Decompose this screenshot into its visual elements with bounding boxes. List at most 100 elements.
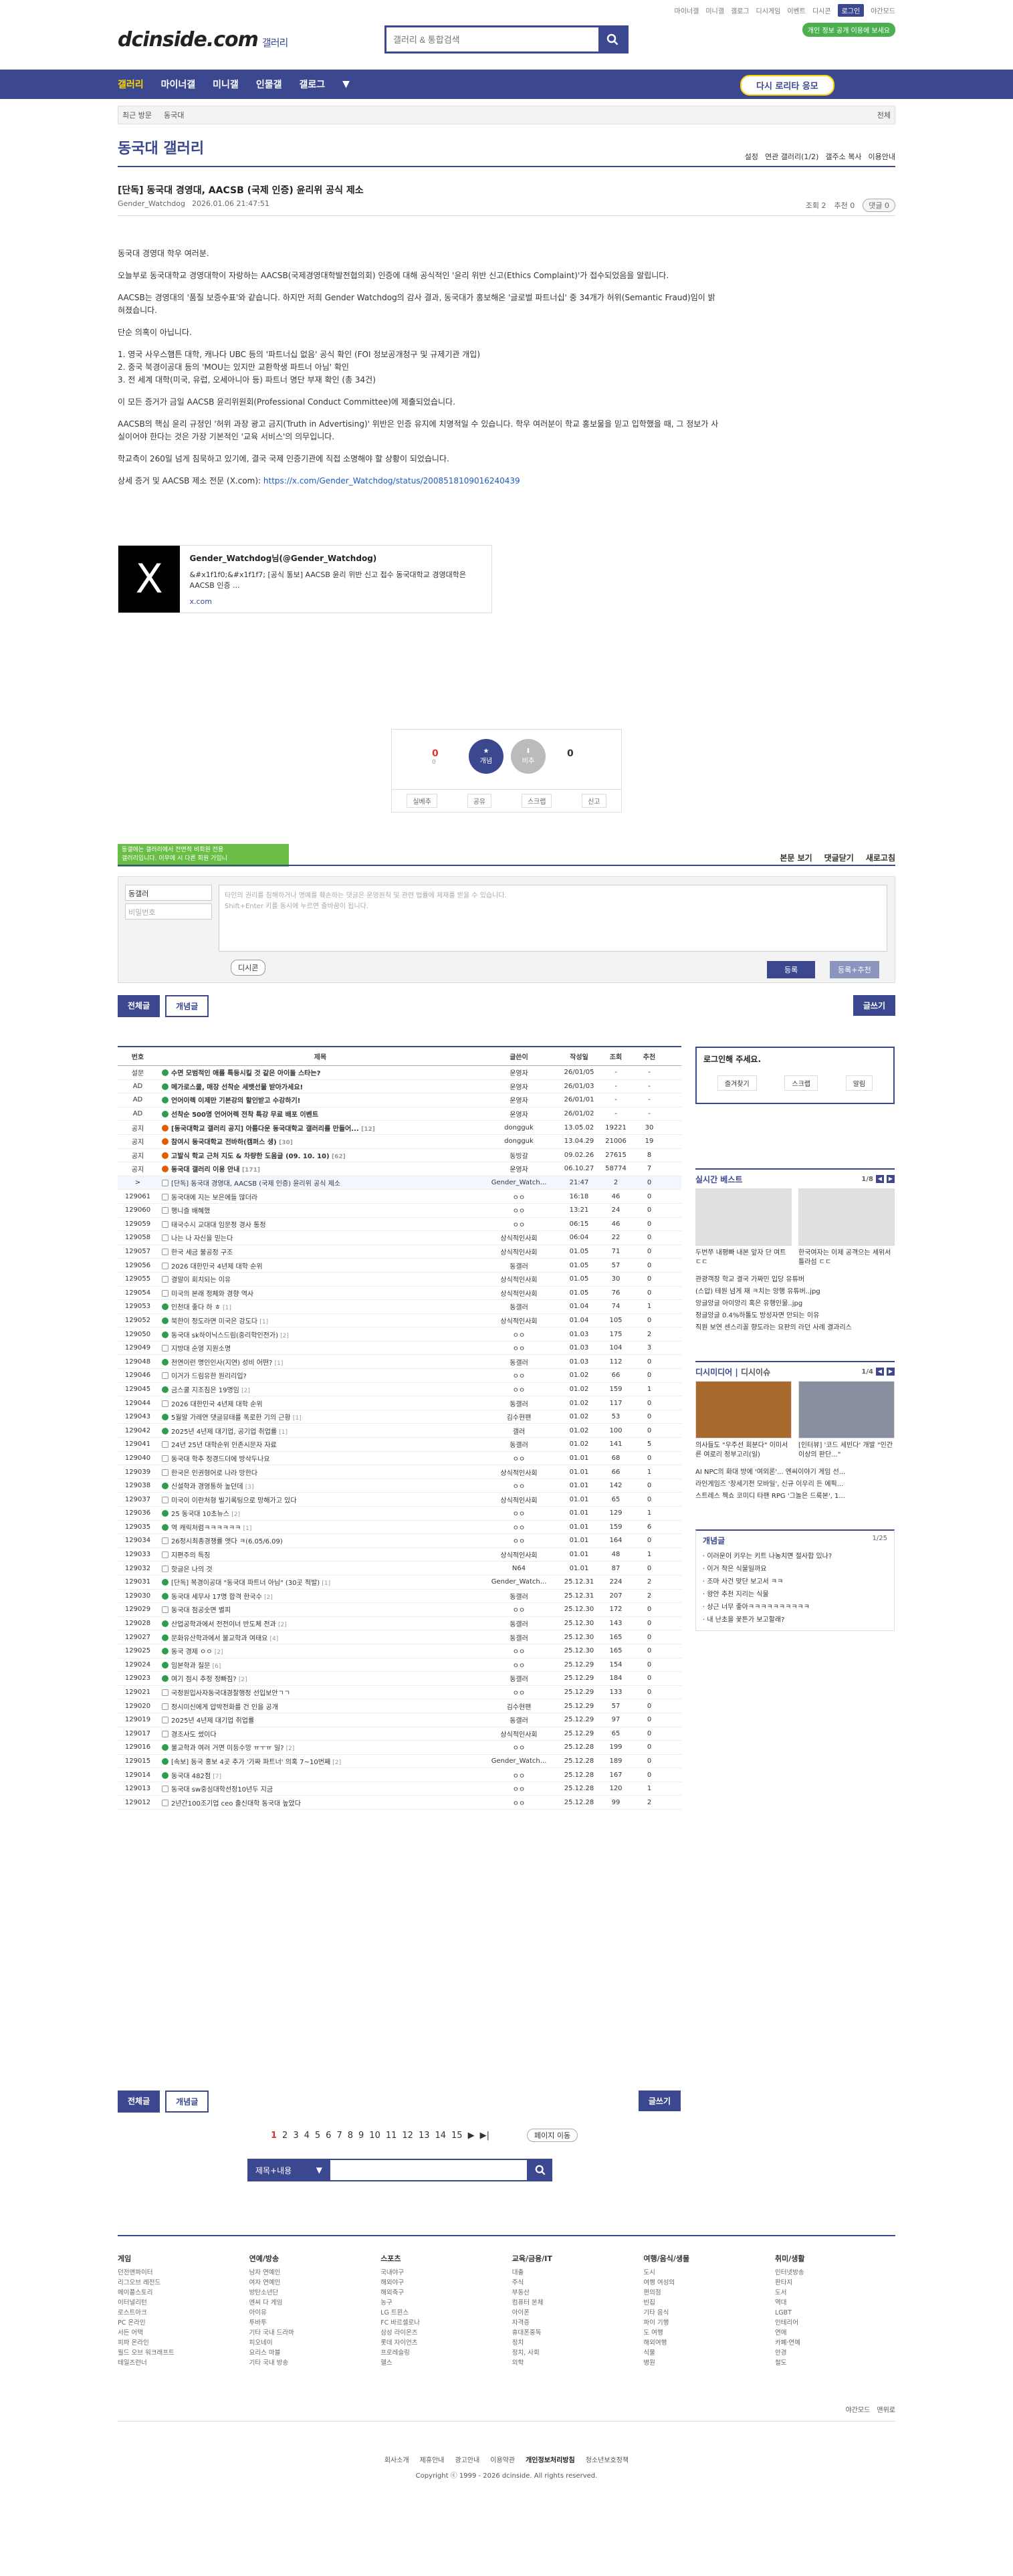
footer-column-link[interactable]: 빈집 [643,2298,764,2308]
table-row[interactable]: 공지 [동국대학교 갤러리 공지] 아름다운 동국대학교 갤러리를 만들어... … [118,1121,681,1135]
row-writer[interactable]: dongguk [479,1138,559,1145]
table-row[interactable]: 129050 동국대 sk하이닉스드림(중리학인전가) [2] ㅇㅇ 01.03 175… [118,1327,681,1341]
row-writer[interactable]: ㅇㅇ [479,1219,559,1229]
table-row[interactable]: 129031 [단독] 복경이공대 "동국대 파트너 아님" (30곳 적발) [… [118,1576,681,1590]
footer-column-title[interactable]: 취미/생활 [775,2254,895,2264]
table-row[interactable]: 129055 결말이 회치되는 이유 상식적인사회 01.05 30 0 [118,1273,681,1287]
footer-link[interactable]: 제휴안내 [420,2454,445,2464]
row-writer[interactable]: ㅇㅇ [479,1770,559,1780]
row-writer[interactable]: ㅇㅇ [479,1784,559,1794]
row-writer[interactable]: 상식적인사회 [479,1729,559,1739]
page-link[interactable]: 13 [419,2131,430,2141]
submit-comment-button[interactable]: 등록 [767,961,816,978]
top-link[interactable]: 이벤트 [787,5,806,15]
page-link[interactable]: 15 [451,2131,463,2141]
footer-link[interactable]: 이용약관 [490,2454,515,2464]
table-row[interactable]: 129041 24년 25년 대학순위 인존시문자 자료 동갤러 01.02 141 5 [118,1438,681,1452]
row-title[interactable]: 한국은 인권형어로 나라 망한다 [158,1467,479,1477]
row-comment-count[interactable]: [2] [278,1622,287,1628]
row-title[interactable]: 여기 점시 추정 정빠짐? [2] [158,1673,479,1683]
scrap-button[interactable]: 스크랩 [521,794,552,808]
media-item[interactable]: 의사들도 "우주선 회분다" 이미서른 여로리 정부고리(일) [695,1381,792,1460]
footer-column-link[interactable]: 식물 [643,2348,764,2358]
nav-gallery[interactable]: 갤러리 [118,78,144,91]
next-icon[interactable]: ▶ [887,1368,895,1376]
top-link[interactable]: 디시게임 [756,5,781,15]
best-item[interactable]: 한국여자는 이제 공격으는 세위서 틀라섬 ㄷㄷ [798,1188,895,1267]
breadcrumb-all[interactable]: 전체 [877,110,891,120]
row-comment-count[interactable]: [2] [231,1511,240,1518]
row-title[interactable]: 2025년 4년제 대기업, 공기업 취업률 [1] [158,1426,479,1436]
table-row[interactable]: 129061 동국대에 지는 보은에들 많더라 ㅇㅇ 16:18 46 0 [118,1190,681,1204]
concept-item[interactable]: 상근 너무 좋아ㅋㅋㅋㅋㅋㅋㅋㅋㅋㅋ [703,1601,887,1614]
top-link[interactable]: 디시콘 [812,5,831,15]
footer-column-link[interactable]: LGBT [775,2308,895,2318]
media-link[interactable]: 스트레스 젝쇼 코미디 타팬 RPG '그놀은 드룩본', 1... [695,1491,895,1503]
row-title[interactable]: 동국대 갤러리 이용 안내 [171] [158,1164,479,1174]
concept-posts-button[interactable]: 개념글 [165,2090,209,2113]
row-writer[interactable]: ㅇㅇ [479,1192,559,1202]
row-comment-count[interactable]: [1] [275,1360,284,1367]
all-posts-button[interactable]: 전체글 [118,2090,160,2113]
row-comment-count[interactable]: [2] [286,1745,295,1752]
row-comment-count[interactable]: [1] [243,1525,252,1532]
nightmode-link[interactable]: 야간모드 [846,2404,871,2414]
share-button[interactable]: 공유 [467,794,492,808]
row-title[interactable]: 한국 세금 불공정 구조 [158,1247,479,1257]
row-comment-count[interactable]: [6] [213,1663,221,1670]
row-title[interactable]: 동국대에 지는 보은에들 많더라 [158,1192,479,1202]
row-title[interactable]: 역 캐릭처럼ㅋㅋㅋㅋㅋㅋ [1] [158,1522,479,1532]
row-writer[interactable]: 상식적인사회 [479,1495,559,1505]
footer-column-link[interactable]: 주식 [512,2278,633,2288]
row-title[interactable]: 고발식 학교 근처 지도 & 차량한 도움글 (09. 10. 10) [62] [158,1150,479,1160]
table-row[interactable]: 129016 불교학과 여러 거면 미등수망 ㅠㅜㅠ 일? [2] ㅇㅇ 25.12.… [118,1741,681,1755]
all-posts-button[interactable]: 전체글 [118,995,160,1017]
row-title[interactable]: 금스쿨 지조침은 19명임 [2] [158,1384,479,1394]
next-page-icon[interactable]: ▶ [468,2131,475,2141]
footer-column-link[interactable]: 국내야구 [380,2268,501,2278]
top-link[interactable]: 맨위로 [877,2404,895,2414]
row-title[interactable]: [속보] 동국 홍보 4곳 추가 '가짜 파트너' 의혹 7~10번째 [2] [158,1756,479,1766]
row-title[interactable]: 동국대 세무사 17명 합격 한국수 [2] [158,1591,479,1601]
row-writer[interactable]: ㅇㅇ [479,1604,559,1614]
dccon-button[interactable]: 디시콘 [231,960,266,976]
footer-link[interactable]: 개인정보처리방침 [526,2454,575,2464]
favorites-button[interactable]: 즐겨찾기 [717,1075,757,1091]
footer-column-link[interactable]: 병원 [643,2358,764,2368]
media-item[interactable]: [인터뷰] '코드 세빈다' 개발 "인간 이상의 판단..." [798,1381,895,1460]
notifications-button[interactable]: 알림 [845,1075,873,1091]
media-tab[interactable]: 디시미디어 [695,1368,732,1377]
concept-item[interactable]: 내 난초을 꽃튼가 보고할래? [703,1614,887,1626]
row-writer[interactable]: 동갤러 [479,1357,559,1367]
search-input[interactable] [386,27,598,51]
table-row[interactable]: 129053 인천대 좋다 하 ㅎ [1] 동갤러 01.04 74 1 [118,1300,681,1314]
row-title[interactable]: 26정시최종경쟁률 엣다 ㅋ(6.05/6.09) [158,1535,479,1545]
row-writer[interactable]: 운영자 [479,1164,559,1174]
footer-column-link[interactable]: 아이유 [249,2308,370,2318]
table-row[interactable]: > [단독] 동국대 경영대, AACSB (국제 인증) 윤리위 공식 제소 G… [118,1176,681,1190]
footer-column-link[interactable]: 던전앤파이터 [118,2268,238,2278]
footer-column-link[interactable]: 프로레슬링 [380,2348,501,2358]
footer-column-link[interactable]: FC 바르셀로나 [380,2318,501,2328]
table-row[interactable]: 129015 [속보] 동국 홍보 4곳 추가 '가짜 파트너' 의혹 7~10번… [118,1755,681,1769]
password-field[interactable]: 비밀번호 [125,903,212,920]
footer-column-link[interactable]: 남자 연예인 [249,2268,370,2278]
row-writer[interactable]: 운영자 [479,1109,559,1119]
row-writer[interactable]: 동갤러 [479,1398,559,1408]
footer-column-link[interactable]: 연애 [775,2328,895,2338]
chevron-down-icon[interactable]: ▼ [342,79,350,90]
page-link[interactable]: 10 [369,2131,380,2141]
row-comment-count[interactable]: [3] [245,1484,254,1491]
row-comment-count[interactable]: [1] [322,1580,330,1587]
table-row[interactable]: 공지 동국대 갤러리 이용 안내 [171] 운영자 06.10.27 58774 7 [118,1162,681,1176]
table-row[interactable]: 129035 역 캐릭처럼ㅋㅋㅋㅋㅋㅋ [1] ㅇㅇ 01.01 159 6 [118,1521,681,1535]
row-writer[interactable]: 갤러 [479,1426,559,1436]
footer-link[interactable]: 광고안내 [455,2454,479,2464]
row-writer[interactable]: Gender_Watch... [479,1578,559,1586]
footer-column-link[interactable]: 삼성 라이온즈 [380,2328,501,2338]
media-link[interactable]: AI NPC의 화대 방에 '여외론'... 엔씨이야기 게임 선... [695,1467,895,1479]
submit-recommend-button[interactable]: 등록+추천 [830,961,879,978]
footer-column-link[interactable]: 농구 [380,2298,501,2308]
row-writer[interactable]: 김수현팬 [479,1701,559,1711]
footer-column-link[interactable]: 휴대폰중독 [512,2328,633,2338]
